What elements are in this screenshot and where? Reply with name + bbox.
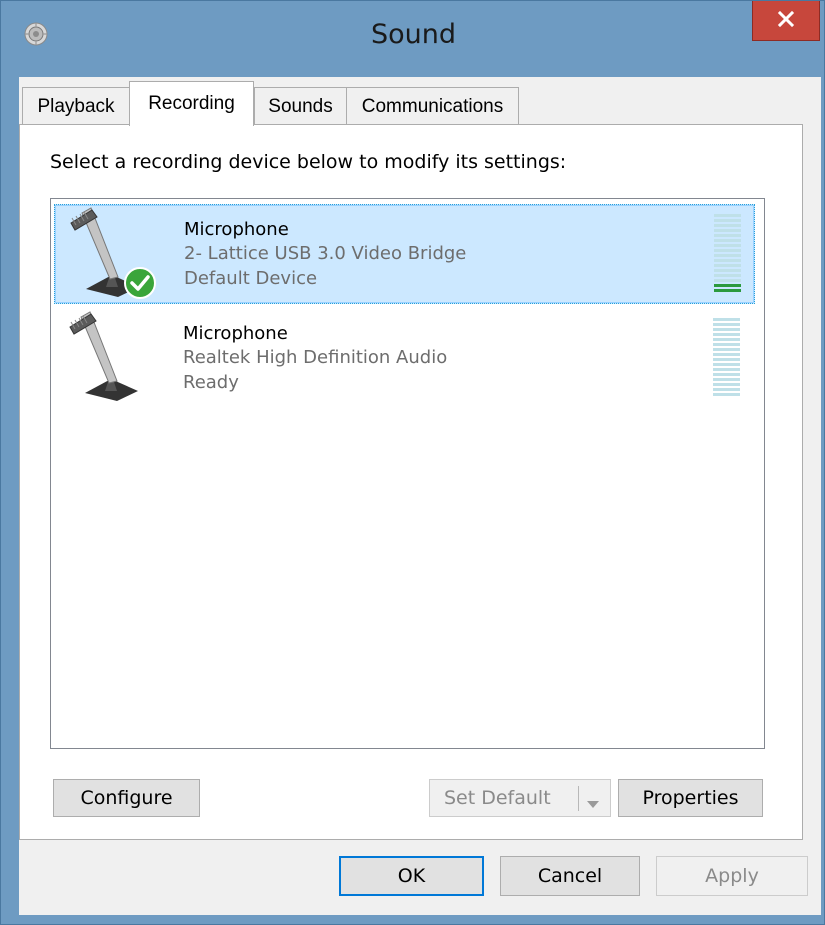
device-status: Default Device xyxy=(184,268,318,289)
meter-segment xyxy=(713,323,740,326)
meter-segment xyxy=(713,353,740,356)
tab-playback[interactable]: Playback xyxy=(22,87,130,125)
meter-segment xyxy=(714,264,741,267)
meter-segment xyxy=(714,284,741,287)
meter-segment xyxy=(714,229,741,232)
meter-segment xyxy=(714,224,741,227)
meter-segment xyxy=(713,358,740,361)
device-description: 2- Lattice USB 3.0 Video Bridge xyxy=(184,243,467,264)
meter-segment xyxy=(713,378,740,381)
close-button[interactable] xyxy=(752,1,820,41)
meter-segment xyxy=(713,338,740,341)
window-title: Sound xyxy=(370,19,457,50)
recording-tab-panel: Select a recording device below to modif… xyxy=(19,124,803,840)
title-bar[interactable]: Sound xyxy=(1,1,825,77)
meter-segment xyxy=(713,383,740,386)
ok-button[interactable]: OK xyxy=(339,856,484,896)
tab-recording[interactable]: Recording xyxy=(129,81,254,126)
sound-dialog: Sound Playback Recording Sounds Communic… xyxy=(0,0,825,925)
split-divider xyxy=(578,786,579,811)
instruction-text: Select a recording device below to modif… xyxy=(50,151,567,173)
tab-sounds[interactable]: Sounds xyxy=(254,87,347,125)
device-description: Realtek High Definition Audio xyxy=(183,347,448,368)
meter-segment xyxy=(713,333,740,336)
meter-segment xyxy=(713,343,740,346)
device-status: Ready xyxy=(183,372,239,393)
recording-device-list[interactable]: Microphone 2- Lattice USB 3.0 Video Brid… xyxy=(50,198,765,749)
meter-segment xyxy=(714,279,741,282)
dialog-client-area: Playback Recording Sounds Communications… xyxy=(19,77,821,915)
meter-segment xyxy=(713,363,740,366)
chevron-down-icon[interactable] xyxy=(585,793,601,815)
device-name: Microphone xyxy=(183,323,288,344)
meter-segment xyxy=(714,239,741,242)
meter-segment xyxy=(714,274,741,277)
tab-communications[interactable]: Communications xyxy=(346,87,519,125)
default-device-check-icon xyxy=(123,266,157,300)
meter-segment xyxy=(714,214,741,217)
apply-button[interactable]: Apply xyxy=(656,856,808,896)
meter-segment xyxy=(713,373,740,376)
meter-segment xyxy=(714,289,741,292)
meter-segment xyxy=(713,368,740,371)
configure-button[interactable]: Configure xyxy=(53,779,200,817)
meter-segment xyxy=(713,393,740,396)
close-icon xyxy=(777,10,795,32)
device-item-lattice-microphone[interactable]: Microphone 2- Lattice USB 3.0 Video Brid… xyxy=(54,204,755,304)
microphone-icon xyxy=(59,309,159,409)
cancel-button[interactable]: Cancel xyxy=(500,856,640,896)
properties-button[interactable]: Properties xyxy=(618,779,763,817)
level-meter xyxy=(713,318,740,398)
device-item-realtek-microphone[interactable]: Microphone Realtek High Definition Audio… xyxy=(54,309,755,409)
meter-segment xyxy=(714,254,741,257)
meter-segment xyxy=(714,249,741,252)
meter-segment xyxy=(714,259,741,262)
meter-segment xyxy=(714,244,741,247)
meter-segment xyxy=(713,348,740,351)
set-default-label: Set Default xyxy=(444,787,551,809)
meter-segment xyxy=(714,219,741,222)
set-default-button[interactable]: Set Default xyxy=(429,779,611,817)
meter-segment xyxy=(713,328,740,331)
meter-segment xyxy=(714,269,741,272)
meter-segment xyxy=(714,234,741,237)
meter-segment xyxy=(713,318,740,321)
level-meter xyxy=(714,214,741,294)
meter-segment xyxy=(713,388,740,391)
device-name: Microphone xyxy=(184,219,289,240)
